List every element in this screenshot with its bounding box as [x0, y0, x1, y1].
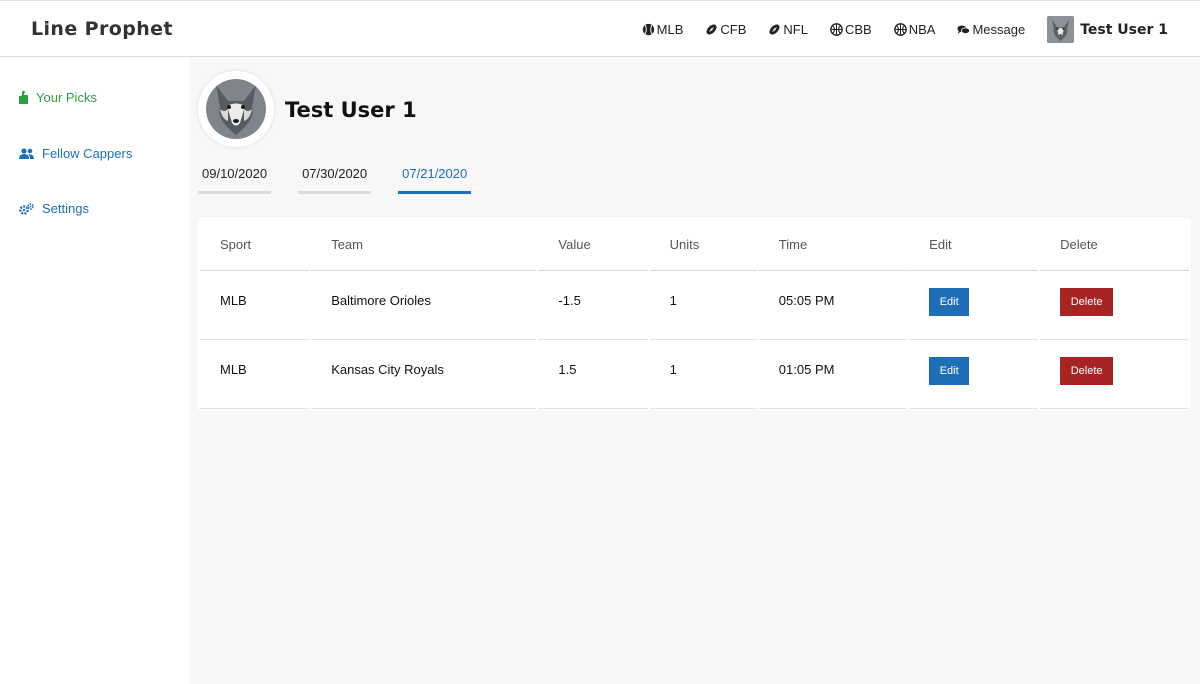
nav-item-label: NBA: [908, 22, 936, 37]
sidebar-item-fellow-cappers[interactable]: Fellow Cappers: [19, 146, 132, 161]
cell-units: 1: [649, 340, 757, 409]
nav-item-label: NFL: [783, 22, 808, 37]
top-nav: MLB CFB NFL CBB NBA Message Test User 1: [620, 1, 1168, 58]
nav-item-cfb[interactable]: CFB: [705, 22, 746, 37]
wolf-avatar-image: [1047, 16, 1075, 43]
avatar: [206, 79, 266, 139]
nav-item-label: CFB: [720, 22, 747, 37]
tab-date[interactable]: 09/10/2020: [198, 160, 272, 194]
cell-value: 1.5: [538, 340, 648, 409]
nav-item-cbb[interactable]: CBB: [830, 22, 872, 37]
nav-item-mlb[interactable]: MLB: [642, 22, 684, 37]
nav-item-label: MLB: [656, 22, 684, 37]
edit-button[interactable]: Edit: [929, 357, 970, 385]
picks-table-card: Sport Team Value Units Time Edit Delete …: [198, 218, 1191, 410]
wolf-avatar-image: [206, 79, 266, 139]
thumbs-up-icon: [19, 91, 28, 104]
column-header-delete: Delete: [1040, 218, 1189, 271]
sidebar-item-label: Fellow Cappers: [42, 146, 133, 161]
basketball-icon: [893, 23, 907, 36]
brand-logo[interactable]: Line Prophet: [31, 18, 173, 40]
sidebar-item-settings[interactable]: Settings: [19, 201, 89, 216]
nav-item-label: Message: [972, 22, 1026, 37]
sidebar: Your Picks Fellow Cappers Settings: [0, 57, 190, 684]
nav-user-name: Test User 1: [1080, 21, 1168, 38]
nav-user-menu[interactable]: Test User 1: [1047, 16, 1168, 43]
sidebar-item-your-picks[interactable]: Your Picks: [19, 90, 97, 105]
delete-button[interactable]: Delete: [1060, 357, 1114, 385]
column-header-time: Time: [758, 218, 908, 271]
comments-icon: [957, 25, 971, 34]
table-row: MLB Baltimore Orioles -1.5 1 05:05 PM Ed…: [200, 271, 1189, 340]
profile-avatar: [198, 71, 274, 147]
picks-table: Sport Team Value Units Time Edit Delete …: [198, 218, 1191, 409]
sidebar-item-label: Settings: [42, 201, 89, 216]
nav-item-nfl[interactable]: NFL: [768, 22, 808, 37]
football-icon: [706, 24, 717, 35]
date-tabs: 09/10/2020 07/30/2020 07/21/2020: [198, 160, 498, 194]
edit-button[interactable]: Edit: [929, 288, 970, 316]
cell-sport: MLB: [200, 340, 310, 409]
cogs-icon: [19, 202, 34, 215]
cell-sport: MLB: [200, 271, 310, 340]
nav-item-message[interactable]: Message: [957, 22, 1025, 37]
top-navbar: Line Prophet MLB CFB NFL CBB NBA Message: [0, 0, 1200, 57]
cell-team: Kansas City Royals: [311, 340, 537, 409]
cell-units: 1: [649, 271, 757, 340]
cell-value: -1.5: [538, 271, 648, 340]
column-header-team: Team: [311, 218, 537, 271]
sidebar-item-label: Your Picks: [36, 90, 97, 105]
table-row: MLB Kansas City Royals 1.5 1 01:05 PM Ed…: [200, 340, 1189, 409]
column-header-edit: Edit: [909, 218, 1039, 271]
tab-date-active[interactable]: 07/21/2020: [398, 160, 472, 194]
main-content: Test User 1 09/10/2020 07/30/2020 07/21/…: [190, 57, 1200, 684]
avatar: [1047, 16, 1075, 43]
cell-edit: Edit: [909, 340, 1039, 409]
cell-time: 05:05 PM: [758, 271, 908, 340]
cell-time: 01:05 PM: [758, 340, 908, 409]
table-header-row: Sport Team Value Units Time Edit Delete: [200, 218, 1189, 271]
nav-item-nba[interactable]: NBA: [893, 22, 936, 37]
basketball-icon: [830, 23, 843, 36]
football-icon: [769, 24, 780, 35]
delete-button[interactable]: Delete: [1060, 288, 1114, 316]
column-header-sport: Sport: [200, 218, 310, 271]
users-icon: [19, 148, 34, 159]
baseball-icon: [642, 23, 654, 36]
tab-date[interactable]: 07/30/2020: [298, 160, 372, 194]
cell-edit: Edit: [909, 271, 1039, 340]
column-header-units: Units: [649, 218, 757, 271]
column-header-value: Value: [538, 218, 648, 271]
cell-delete: Delete: [1040, 340, 1189, 409]
cell-delete: Delete: [1040, 271, 1189, 340]
nav-item-label: CBB: [844, 22, 872, 37]
cell-team: Baltimore Orioles: [311, 271, 537, 340]
page-title: Test User 1: [285, 98, 417, 122]
